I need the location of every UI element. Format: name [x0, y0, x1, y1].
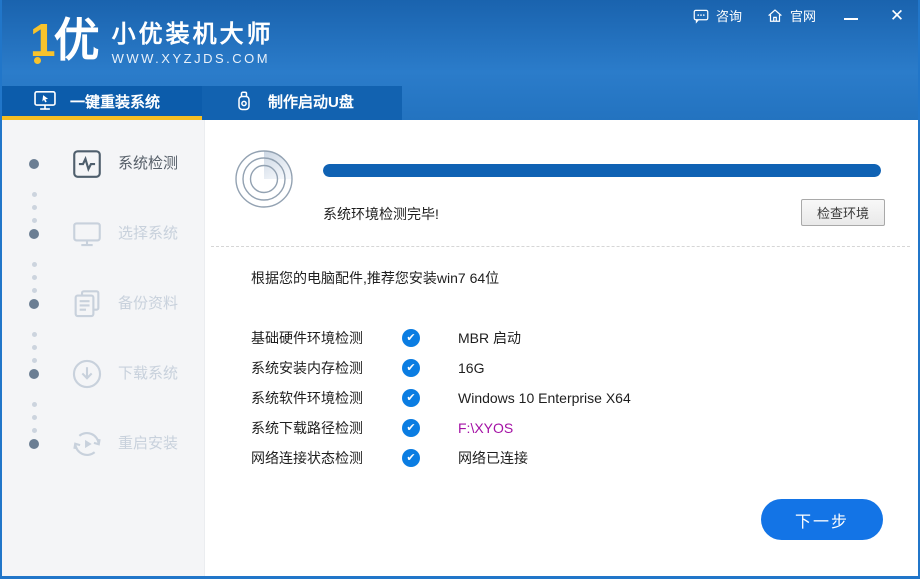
check-value: F:\XYOS [458, 418, 513, 438]
sidebar-step-download-system: 下载系统 [2, 357, 204, 391]
status-text: 系统环境检测完毕! [323, 204, 439, 224]
minimize-button[interactable] [840, 7, 862, 25]
check-value: MBR 启动 [458, 328, 521, 348]
official-site-label: 官网 [790, 6, 816, 25]
tabbar: 一键重装系统 制作启动U盘 [2, 86, 402, 120]
scan-spinner-icon [233, 148, 295, 210]
logo-char: 优 [54, 14, 98, 66]
check-passed-icon: ✔ [402, 419, 420, 437]
brand-url: WWW.XYZJDS.COM [112, 51, 274, 66]
topbar: 咨询 官网 ✕ [692, 6, 908, 25]
check-row-software: 系统软件环境检测 ✔ Windows 10 Enterprise X64 [205, 388, 918, 408]
app-title: 小优装机大师 [112, 14, 274, 49]
consult-link[interactable]: 咨询 [692, 6, 742, 25]
sidebar-step-restart-install: 重启安装 [2, 427, 204, 461]
brand-logo: 1优 小优装机大师 WWW.XYZJDS.COM [30, 14, 274, 66]
download-circle-icon [70, 357, 104, 391]
step-label: 系统检测 [118, 147, 178, 181]
monitor-cursor-icon [32, 88, 58, 114]
usb-drive-icon [232, 89, 256, 113]
step-dot [29, 369, 39, 379]
progress-fill [323, 164, 881, 177]
step-label: 重启安装 [118, 427, 178, 461]
check-passed-icon: ✔ [402, 359, 420, 377]
sidebar-steps: 系统检测 选择系统 [2, 120, 205, 576]
check-row-hardware: 基础硬件环境检测 ✔ MBR 启动 [205, 328, 918, 348]
sidebar-step-backup-data: 备份资料 [2, 287, 204, 321]
check-label: 基础硬件环境检测 [251, 328, 363, 348]
check-passed-icon: ✔ [402, 329, 420, 347]
check-environment-button[interactable]: 检查环境 [801, 199, 885, 226]
dashed-divider [211, 246, 910, 247]
check-row-download-path: 系统下载路径检测 ✔ F:\XYOS [205, 418, 918, 438]
step-label: 选择系统 [118, 217, 178, 251]
step-dot [29, 229, 39, 239]
progress-bar [323, 164, 881, 177]
close-icon: ✕ [890, 7, 904, 24]
check-row-memory: 系统安装内存检测 ✔ 16G [205, 358, 918, 378]
logo-dot [34, 57, 41, 64]
check-label: 系统安装内存检测 [251, 358, 363, 378]
logo-mark: 1优 [30, 17, 98, 63]
header: 1优 小优装机大师 WWW.XYZJDS.COM [2, 0, 918, 120]
restart-icon [70, 427, 104, 461]
chat-bubble-icon [692, 7, 710, 25]
step-dot [29, 299, 39, 309]
monitor-icon [70, 217, 104, 251]
sidebar-step-system-detect: 系统检测 [2, 147, 204, 181]
tab-reinstall-system[interactable]: 一键重装系统 [2, 86, 202, 120]
step-dot [29, 439, 39, 449]
next-step-button[interactable]: 下一步 [761, 499, 883, 540]
brand-text: 小优装机大师 WWW.XYZJDS.COM [112, 14, 274, 66]
tab-label: 制作启动U盘 [268, 91, 354, 112]
pulse-detect-icon [70, 147, 104, 181]
consult-label: 咨询 [716, 6, 742, 25]
step-label: 下载系统 [118, 357, 178, 391]
close-button[interactable]: ✕ [886, 7, 908, 25]
step-label: 备份资料 [118, 287, 178, 321]
tab-make-boot-usb[interactable]: 制作启动U盘 [202, 86, 402, 120]
step-dot [29, 159, 39, 169]
home-icon [766, 7, 784, 25]
check-row-network: 网络连接状态检测 ✔ 网络已连接 [205, 448, 918, 468]
sidebar-step-select-system: 选择系统 [2, 217, 204, 251]
documents-icon [70, 287, 104, 321]
official-site-link[interactable]: 官网 [766, 6, 816, 25]
check-value: Windows 10 Enterprise X64 [458, 388, 631, 408]
check-passed-icon: ✔ [402, 389, 420, 407]
main-panel: 系统环境检测完毕! 检查环境 根据您的电脑配件,推荐您安装win7 64位 基础… [205, 120, 918, 576]
check-value: 网络已连接 [458, 448, 528, 468]
check-value: 16G [458, 358, 484, 378]
check-label: 系统软件环境检测 [251, 388, 363, 408]
tab-label: 一键重装系统 [70, 91, 160, 112]
app-window: 1优 小优装机大师 WWW.XYZJDS.COM [0, 0, 920, 579]
check-passed-icon: ✔ [402, 449, 420, 467]
recommendation-text: 根据您的电脑配件,推荐您安装win7 64位 [251, 268, 499, 288]
check-label: 系统下载路径检测 [251, 418, 363, 438]
minimize-icon [844, 18, 858, 20]
check-label: 网络连接状态检测 [251, 448, 363, 468]
